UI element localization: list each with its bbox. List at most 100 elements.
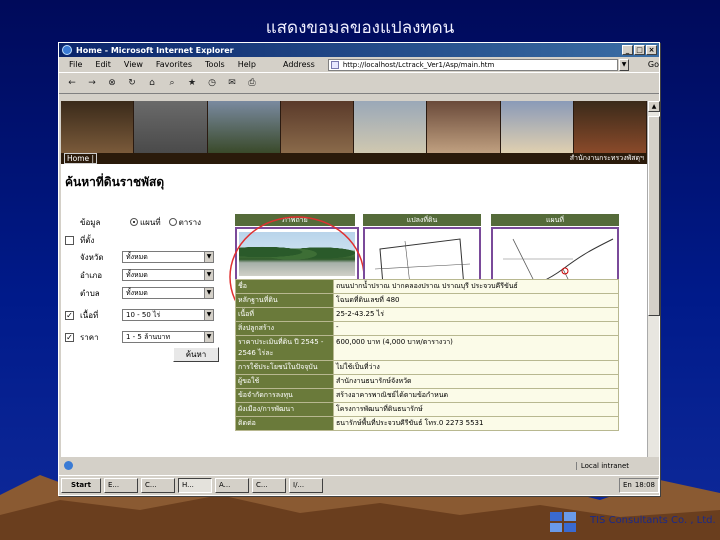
taskbar-button[interactable]: I/... xyxy=(289,478,323,493)
info-value: ถนนปากน้ำปราณ ปากคลองปราณ ปราณบุรี ประจว… xyxy=(333,279,619,294)
minimize-button[interactable]: _ xyxy=(622,45,633,55)
taskbar-button[interactable]: C... xyxy=(252,478,286,493)
home-link[interactable]: Home | xyxy=(64,153,98,164)
table-row: ชื่อ ถนนปากน้ำปราณ ปากคลองปราณ ปราณบุรี ป… xyxy=(235,279,619,294)
system-tray: En 18:08 xyxy=(618,478,659,493)
taskbar-button[interactable]: A... xyxy=(215,478,249,493)
info-key: เนื้อที่ xyxy=(235,307,334,322)
history-icon[interactable]: ◷ xyxy=(205,76,219,90)
filter-label: เนื้อที่ xyxy=(80,310,99,320)
chevron-down-icon: ▼ xyxy=(204,288,213,298)
radio-map-label: แผนที่ xyxy=(140,217,161,227)
info-value: สร้างอาคารพาณิชย์ได้ตามข้อกำหนด xyxy=(333,388,619,403)
company-logo-icon xyxy=(550,512,576,532)
page-content: Home | สำนักงานกระทรวงพัสดุฯ ค้นหาที่ดิน… xyxy=(61,101,647,457)
agency-name: สำนักงานกระทรวงพัสดุฯ xyxy=(569,154,644,162)
info-key: สิ่งปลูกสร้าง xyxy=(235,321,334,336)
tray-clock: 18:08 xyxy=(634,481,655,489)
refresh-icon[interactable]: ↻ xyxy=(125,76,139,90)
filter-label: อำเภอ xyxy=(80,270,103,280)
filter-label: ที่ตั้ง xyxy=(80,235,95,245)
info-key: หลักฐานที่ดิน xyxy=(235,293,334,308)
window-title: Home - Microsoft Internet Explorer xyxy=(76,45,234,55)
security-zone: Local intranet xyxy=(575,461,629,470)
menu-file[interactable]: File xyxy=(69,60,82,69)
maximize-button[interactable]: □ xyxy=(634,45,645,55)
vertical-scrollbar[interactable]: ▲ xyxy=(647,101,660,457)
filter-row-price: ✓ ราคา 1 - 5 ล้านบาท ▼ xyxy=(65,330,214,344)
filter-row-area: ✓ เนื้อที่ 10 - 50 ไร่ ▼ xyxy=(65,308,214,322)
view-mode-row: ข้อมูล แผนที่ ตาราง xyxy=(65,215,201,229)
table-row: ผู้ขอใช้ สำนักงานธนารักษ์จังหวัด xyxy=(235,374,619,389)
table-row: ผังเมือง/การพัฒนา โครงการพัฒนาที่ดินธนารั… xyxy=(235,402,619,417)
taskbar-button-active[interactable]: H... xyxy=(178,478,212,493)
toolbar: ← → ⊗ ↻ ⌂ ⌕ ★ ◷ ✉ ⎙ xyxy=(59,72,659,94)
info-key: การใช้ประโยชน์ในปัจจุบัน xyxy=(235,360,334,375)
area-checkbox[interactable]: ✓ xyxy=(65,310,74,320)
location-checkbox[interactable] xyxy=(65,235,74,245)
province-select[interactable]: ทั้งหมด ▼ xyxy=(122,251,214,263)
taskbar-button[interactable]: C... xyxy=(141,478,175,493)
footer-brand: TIS Consultants Co. , Ltd. xyxy=(590,515,716,526)
start-button[interactable]: Start xyxy=(61,478,101,493)
radio-map[interactable] xyxy=(130,218,138,226)
status-bar: Local intranet xyxy=(61,459,659,472)
go-button[interactable]: Go xyxy=(648,60,659,69)
info-value: โครงการพัฒนาที่ดินธนารักษ์ xyxy=(333,402,619,417)
price-select[interactable]: 1 - 5 ล้านบาท ▼ xyxy=(122,331,214,343)
district-select[interactable]: ทั้งหมด ▼ xyxy=(122,269,214,281)
info-value: ไม่ใช้เป็นที่ว่าง xyxy=(333,360,619,375)
menu-tools[interactable]: Tools xyxy=(205,60,225,69)
scroll-thumb[interactable] xyxy=(648,116,660,316)
chevron-down-icon: ▼ xyxy=(204,332,213,342)
parcel-info-table: ชื่อ ถนนปากน้ำปราณ ปากคลองปราณ ปราณบุรี ป… xyxy=(235,279,619,431)
info-value: - xyxy=(333,321,619,336)
info-value: ธนารักษ์พื้นที่ประจวบคีรีขันธ์ โทร.0 227… xyxy=(333,416,619,431)
menu-help[interactable]: Help xyxy=(238,60,256,69)
back-icon[interactable]: ← xyxy=(65,76,79,90)
search-icon[interactable]: ⌕ xyxy=(165,76,179,90)
print-icon[interactable]: ⎙ xyxy=(245,76,259,90)
info-key: ชื่อ xyxy=(235,279,334,294)
filter-row-location: ที่ตั้ง xyxy=(65,233,122,247)
page-title: ค้นหาที่ดินราชพัสดุ xyxy=(65,175,165,189)
chevron-down-icon: ▼ xyxy=(204,252,213,262)
home-icon[interactable]: ⌂ xyxy=(145,76,159,90)
taskbar-button[interactable]: E... xyxy=(104,478,138,493)
menu-edit[interactable]: Edit xyxy=(95,60,111,69)
ie-window: Home - Microsoft Internet Explorer _ □ ×… xyxy=(58,42,660,496)
forward-icon[interactable]: → xyxy=(85,76,99,90)
price-checkbox[interactable]: ✓ xyxy=(65,332,74,342)
menu-view[interactable]: View xyxy=(124,60,143,69)
ie-logo-icon xyxy=(62,45,72,55)
banner-photo xyxy=(500,101,574,153)
table-row: หลักฐานที่ดิน โฉนดที่ดินเลขที่ 480 xyxy=(235,293,619,308)
menu-bar: File Edit View Favorites Tools Help Addr… xyxy=(59,57,659,72)
radio-table[interactable] xyxy=(168,218,177,226)
mail-icon[interactable]: ✉ xyxy=(225,76,239,90)
scroll-up-icon[interactable]: ▲ xyxy=(648,101,660,112)
filter-row-subdistrict: ตำบล ทั้งหมด ▼ xyxy=(65,286,214,300)
info-key: ผู้ขอใช้ xyxy=(235,374,334,389)
stop-icon[interactable]: ⊗ xyxy=(105,76,119,90)
address-input[interactable]: http://localhost/Lctrack_Ver1/Asp/main.h… xyxy=(327,58,619,71)
info-value: 600,000 บาท (4,000 บาท/ตารางวา) xyxy=(333,335,619,361)
close-button[interactable]: × xyxy=(646,45,657,55)
select-value: 1 - 5 ล้านบาท xyxy=(126,333,171,341)
map-header: แผนที่ xyxy=(491,214,619,226)
select-value: ทั้งหมด xyxy=(126,271,148,279)
table-row: เนื้อที่ 25-2-43.25 ไร่ xyxy=(235,307,619,322)
address-dropdown-icon[interactable]: ▼ xyxy=(619,58,629,71)
language-indicator[interactable]: En xyxy=(623,479,632,492)
search-button[interactable]: ค้นหา xyxy=(173,347,219,362)
info-key: ราคาประเมินที่ดิน ปี 2545 - 2546 ไร่ละ xyxy=(235,335,334,361)
info-value: 25-2-43.25 ไร่ xyxy=(333,307,619,322)
site-banner xyxy=(61,101,647,153)
banner-photo xyxy=(573,101,647,153)
area-select[interactable]: 10 - 50 ไร่ ▼ xyxy=(122,309,214,321)
subdistrict-select[interactable]: ทั้งหมด ▼ xyxy=(122,287,214,299)
filter-row-district: อำเภอ ทั้งหมด ▼ xyxy=(65,268,214,282)
favorites-icon[interactable]: ★ xyxy=(185,76,199,90)
menu-favorites[interactable]: Favorites xyxy=(156,60,192,69)
info-key: ผังเมือง/การพัฒนา xyxy=(235,402,334,417)
